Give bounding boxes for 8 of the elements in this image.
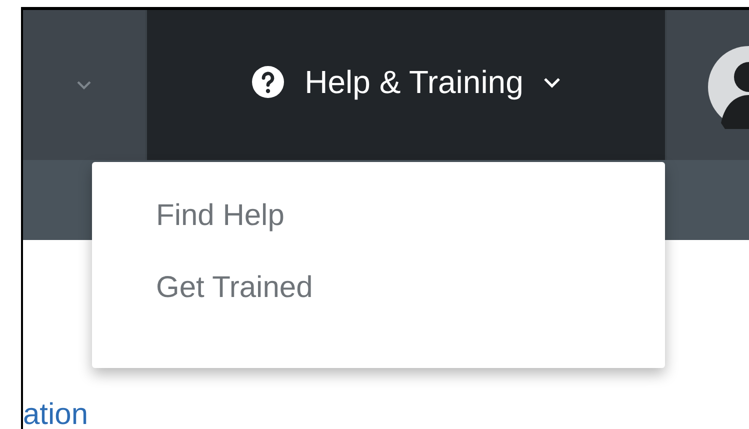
chevron-down-icon: [543, 76, 562, 88]
menu-item[interactable]: Find Help: [156, 194, 284, 238]
chevron-down-icon[interactable]: [76, 80, 92, 90]
link-text[interactable]: ation: [23, 398, 88, 429]
question-circle-icon: [250, 65, 285, 99]
menu-item[interactable]: Get Trained: [156, 266, 313, 310]
help-training-menu-button[interactable]: Help & Training: [147, 10, 665, 160]
avatar-icon[interactable]: [707, 45, 749, 129]
